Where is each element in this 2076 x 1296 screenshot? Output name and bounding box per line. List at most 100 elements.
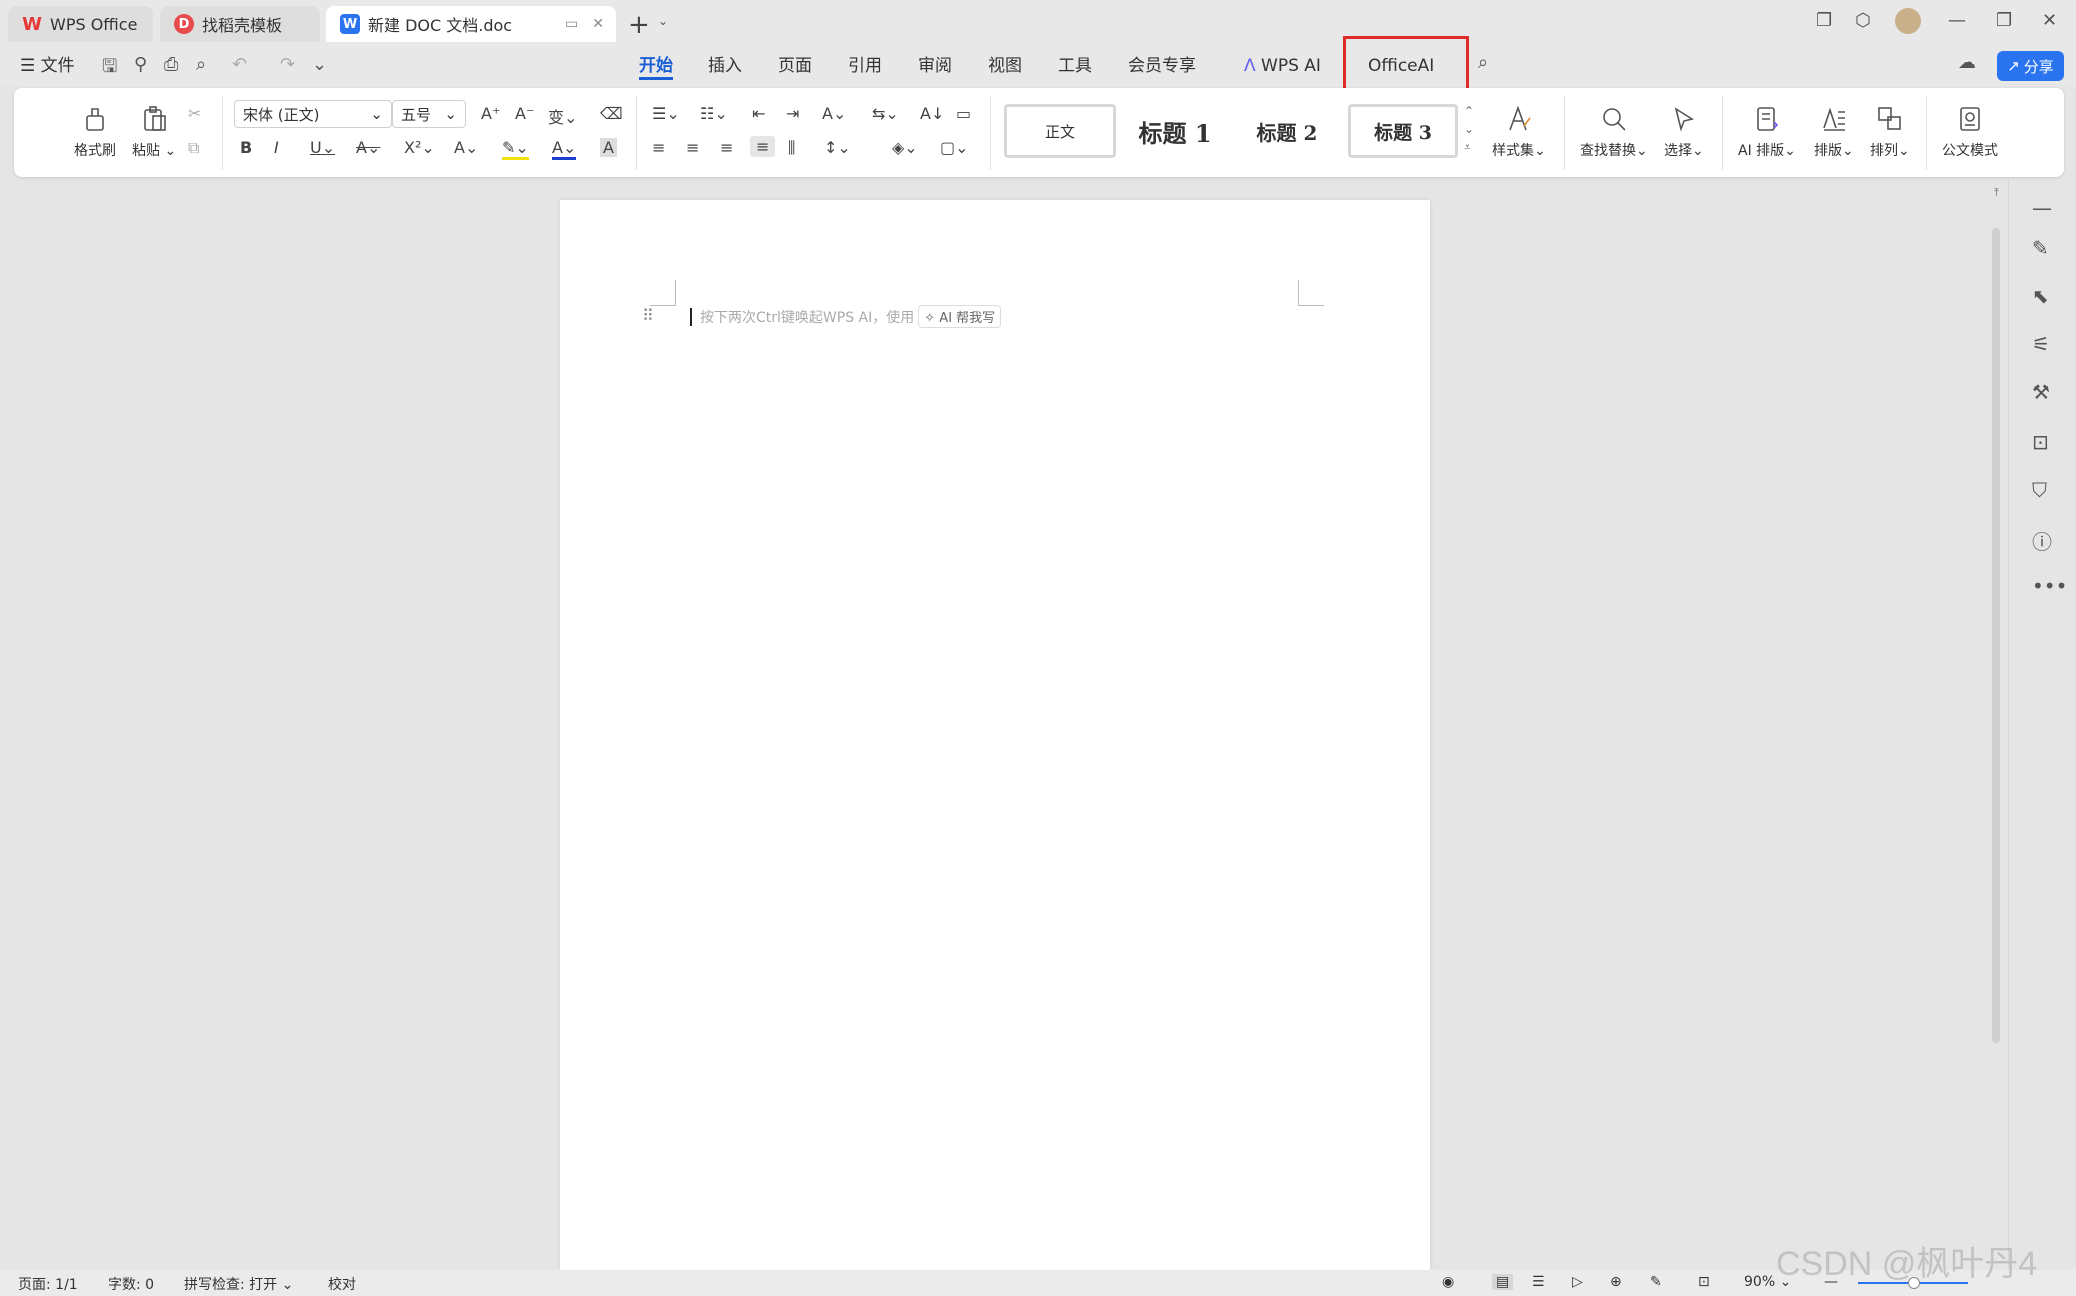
print-icon[interactable]: ⎙	[164, 54, 178, 75]
text-direction-icon[interactable]: A⌄	[822, 104, 846, 123]
box-icon[interactable]: ⬡	[1855, 10, 1871, 31]
more-icon[interactable]: •••	[2032, 574, 2067, 598]
ruler-icon[interactable]: ▭	[956, 104, 971, 123]
document-page[interactable]	[560, 200, 1430, 1270]
tools-icon[interactable]: ⚒	[2032, 380, 2050, 404]
format-painter-button[interactable]: 格式刷	[74, 104, 116, 160]
close-window-icon[interactable]: ✕	[2042, 10, 2057, 31]
style-gallery-scroll-icon[interactable]: ⌃ ⌄ ⩡	[1464, 102, 1474, 156]
tab-review[interactable]: 审阅	[918, 52, 952, 80]
close-tab-icon[interactable]: ✕	[592, 16, 604, 32]
phonetic-icon[interactable]: 变⌄	[548, 104, 577, 128]
scroll-top-icon[interactable]: ⤒	[1994, 186, 1999, 200]
sliders-icon[interactable]: ⚟	[2032, 332, 2050, 356]
chevron-down-icon[interactable]: ⌄	[312, 54, 327, 75]
proofread[interactable]: 校对	[328, 1274, 356, 1294]
word-count[interactable]: 字数: 0	[108, 1274, 154, 1294]
italic-icon[interactable]: I	[274, 138, 279, 157]
redo-icon[interactable]: ↷	[280, 54, 295, 75]
eraser-icon[interactable]: ⌫	[600, 104, 623, 123]
paste-button[interactable]: 粘贴 ⌄	[132, 104, 176, 160]
swap-icon[interactable]: ⇆⌄	[872, 104, 899, 123]
undo-icon[interactable]: ↶	[232, 54, 247, 75]
pen-mode-icon[interactable]: ✎	[1650, 1274, 1662, 1290]
share-button[interactable]: ↗ 分享	[1997, 51, 2064, 81]
tab-document[interactable]: W 新建 DOC 文档.doc ▭ ✕	[326, 6, 616, 42]
sort-icon[interactable]: A↓	[920, 104, 944, 123]
collapse-icon[interactable]: —	[2032, 196, 2052, 220]
font-shrink-icon[interactable]: A⁻	[515, 104, 534, 123]
align-right-icon[interactable]: ≡	[720, 138, 733, 157]
file-menu[interactable]: ☰ 文件	[20, 52, 75, 80]
pen-icon[interactable]: ✎	[2032, 236, 2049, 260]
style-normal[interactable]: 正文	[1004, 104, 1116, 158]
style-heading-1[interactable]: 标题 1	[1122, 104, 1228, 158]
numbered-list-icon[interactable]: ☷⌄	[700, 104, 728, 123]
tab-page[interactable]: 页面	[778, 52, 812, 80]
window-layout-icon[interactable]: ❐	[1816, 10, 1832, 31]
minimize-icon[interactable]: —	[1948, 10, 1966, 31]
tab-wps-ai[interactable]: Ʌ WPS AI	[1244, 52, 1321, 80]
help-icon[interactable]: ⓘ	[2032, 526, 2052, 555]
search-icon[interactable]: ⌕	[1478, 52, 1488, 73]
monitor-icon[interactable]: ▭	[565, 16, 578, 32]
ai-layout-button[interactable]: AI 排版⌄	[1738, 104, 1796, 160]
bullet-list-icon[interactable]: ☰⌄	[652, 104, 680, 123]
image-edit-icon[interactable]: ⊡	[2032, 430, 2049, 454]
tab-reference[interactable]: 引用	[848, 52, 882, 80]
outline-view-icon[interactable]: ☰	[1532, 1274, 1545, 1290]
strikethrough-icon[interactable]: A⌄	[356, 138, 380, 157]
border-icon[interactable]: ▢⌄	[940, 138, 969, 157]
highlight-icon[interactable]: ✎⌄	[502, 138, 529, 160]
style-heading-2[interactable]: 标题 2	[1234, 104, 1340, 158]
superscript-icon[interactable]: X²⌄	[404, 138, 435, 157]
select-cursor-icon[interactable]: ⬉	[2032, 284, 2049, 308]
shirt-icon[interactable]: ⛉	[2032, 478, 2047, 502]
shading-icon[interactable]: ◈⌄	[892, 138, 918, 157]
cloud-upload-icon[interactable]: ☁	[1958, 52, 1976, 73]
tab-home[interactable]: 开始	[639, 52, 673, 80]
fit-icon[interactable]: ⊡	[1698, 1274, 1710, 1290]
underline-icon[interactable]: U⌄	[310, 138, 335, 157]
style-set-button[interactable]: 样式集⌄	[1492, 104, 1546, 160]
tab-wps-office[interactable]: W WPS Office	[8, 6, 153, 42]
avatar[interactable]	[1895, 8, 1921, 34]
find-replace-button[interactable]: 查找替换⌄	[1580, 104, 1648, 160]
page-count[interactable]: 页面: 1/1	[18, 1274, 78, 1294]
tab-tools[interactable]: 工具	[1058, 52, 1092, 80]
justify-icon[interactable]: ≡	[750, 136, 776, 157]
font-name-select[interactable]: 宋体 (正文) ⌄	[234, 100, 392, 128]
text-effect-icon[interactable]: A⌄	[454, 138, 478, 157]
save-icon[interactable]: 🖫	[102, 54, 117, 84]
font-color-icon[interactable]: A⌄	[552, 138, 577, 160]
tab-template[interactable]: D 找稻壳模板	[160, 6, 320, 42]
font-size-select[interactable]: 五号 ⌄	[392, 100, 466, 128]
new-tab-icon[interactable]: +	[628, 10, 650, 40]
tab-member[interactable]: 会员专享	[1128, 52, 1196, 80]
page-view-icon[interactable]: ▤	[1492, 1274, 1514, 1290]
align-center-icon[interactable]: ≡	[686, 138, 699, 157]
brush-icon[interactable]: ⚲	[134, 54, 147, 75]
arrange-button[interactable]: 排列⌄	[1870, 104, 1910, 160]
drag-handle-icon[interactable]: ⠿	[642, 306, 654, 325]
vertical-scrollbar[interactable]	[1992, 228, 2000, 1043]
cut-icon[interactable]: ✂	[188, 104, 201, 123]
select-button[interactable]: 选择⌄	[1664, 104, 1704, 160]
increase-indent-icon[interactable]: ⇥	[786, 104, 799, 123]
copy-icon[interactable]: ⧉	[188, 138, 199, 158]
chevron-down-icon[interactable]: ⌄	[658, 14, 668, 28]
char-shading-icon[interactable]: A	[600, 138, 617, 157]
align-left-icon[interactable]: ≡	[652, 138, 665, 157]
line-spacing-icon[interactable]: ↕⌄	[824, 138, 851, 157]
style-heading-3[interactable]: 标题 3	[1348, 104, 1458, 158]
decrease-indent-icon[interactable]: ⇤	[752, 104, 765, 123]
print-preview-icon[interactable]: ⌕	[196, 54, 206, 75]
web-view-icon[interactable]: ⊕	[1610, 1274, 1622, 1290]
official-mode-button[interactable]: 公文模式	[1942, 104, 1998, 160]
ai-write-button[interactable]: ✧ AI 帮我写	[918, 305, 1002, 328]
play-icon[interactable]: ▷	[1572, 1274, 1583, 1290]
spell-check[interactable]: 拼写检查: 打开 ⌄	[184, 1274, 293, 1294]
distributed-icon[interactable]: ⫼	[788, 138, 795, 158]
bold-icon[interactable]: B	[240, 138, 252, 157]
tab-insert[interactable]: 插入	[708, 52, 742, 80]
